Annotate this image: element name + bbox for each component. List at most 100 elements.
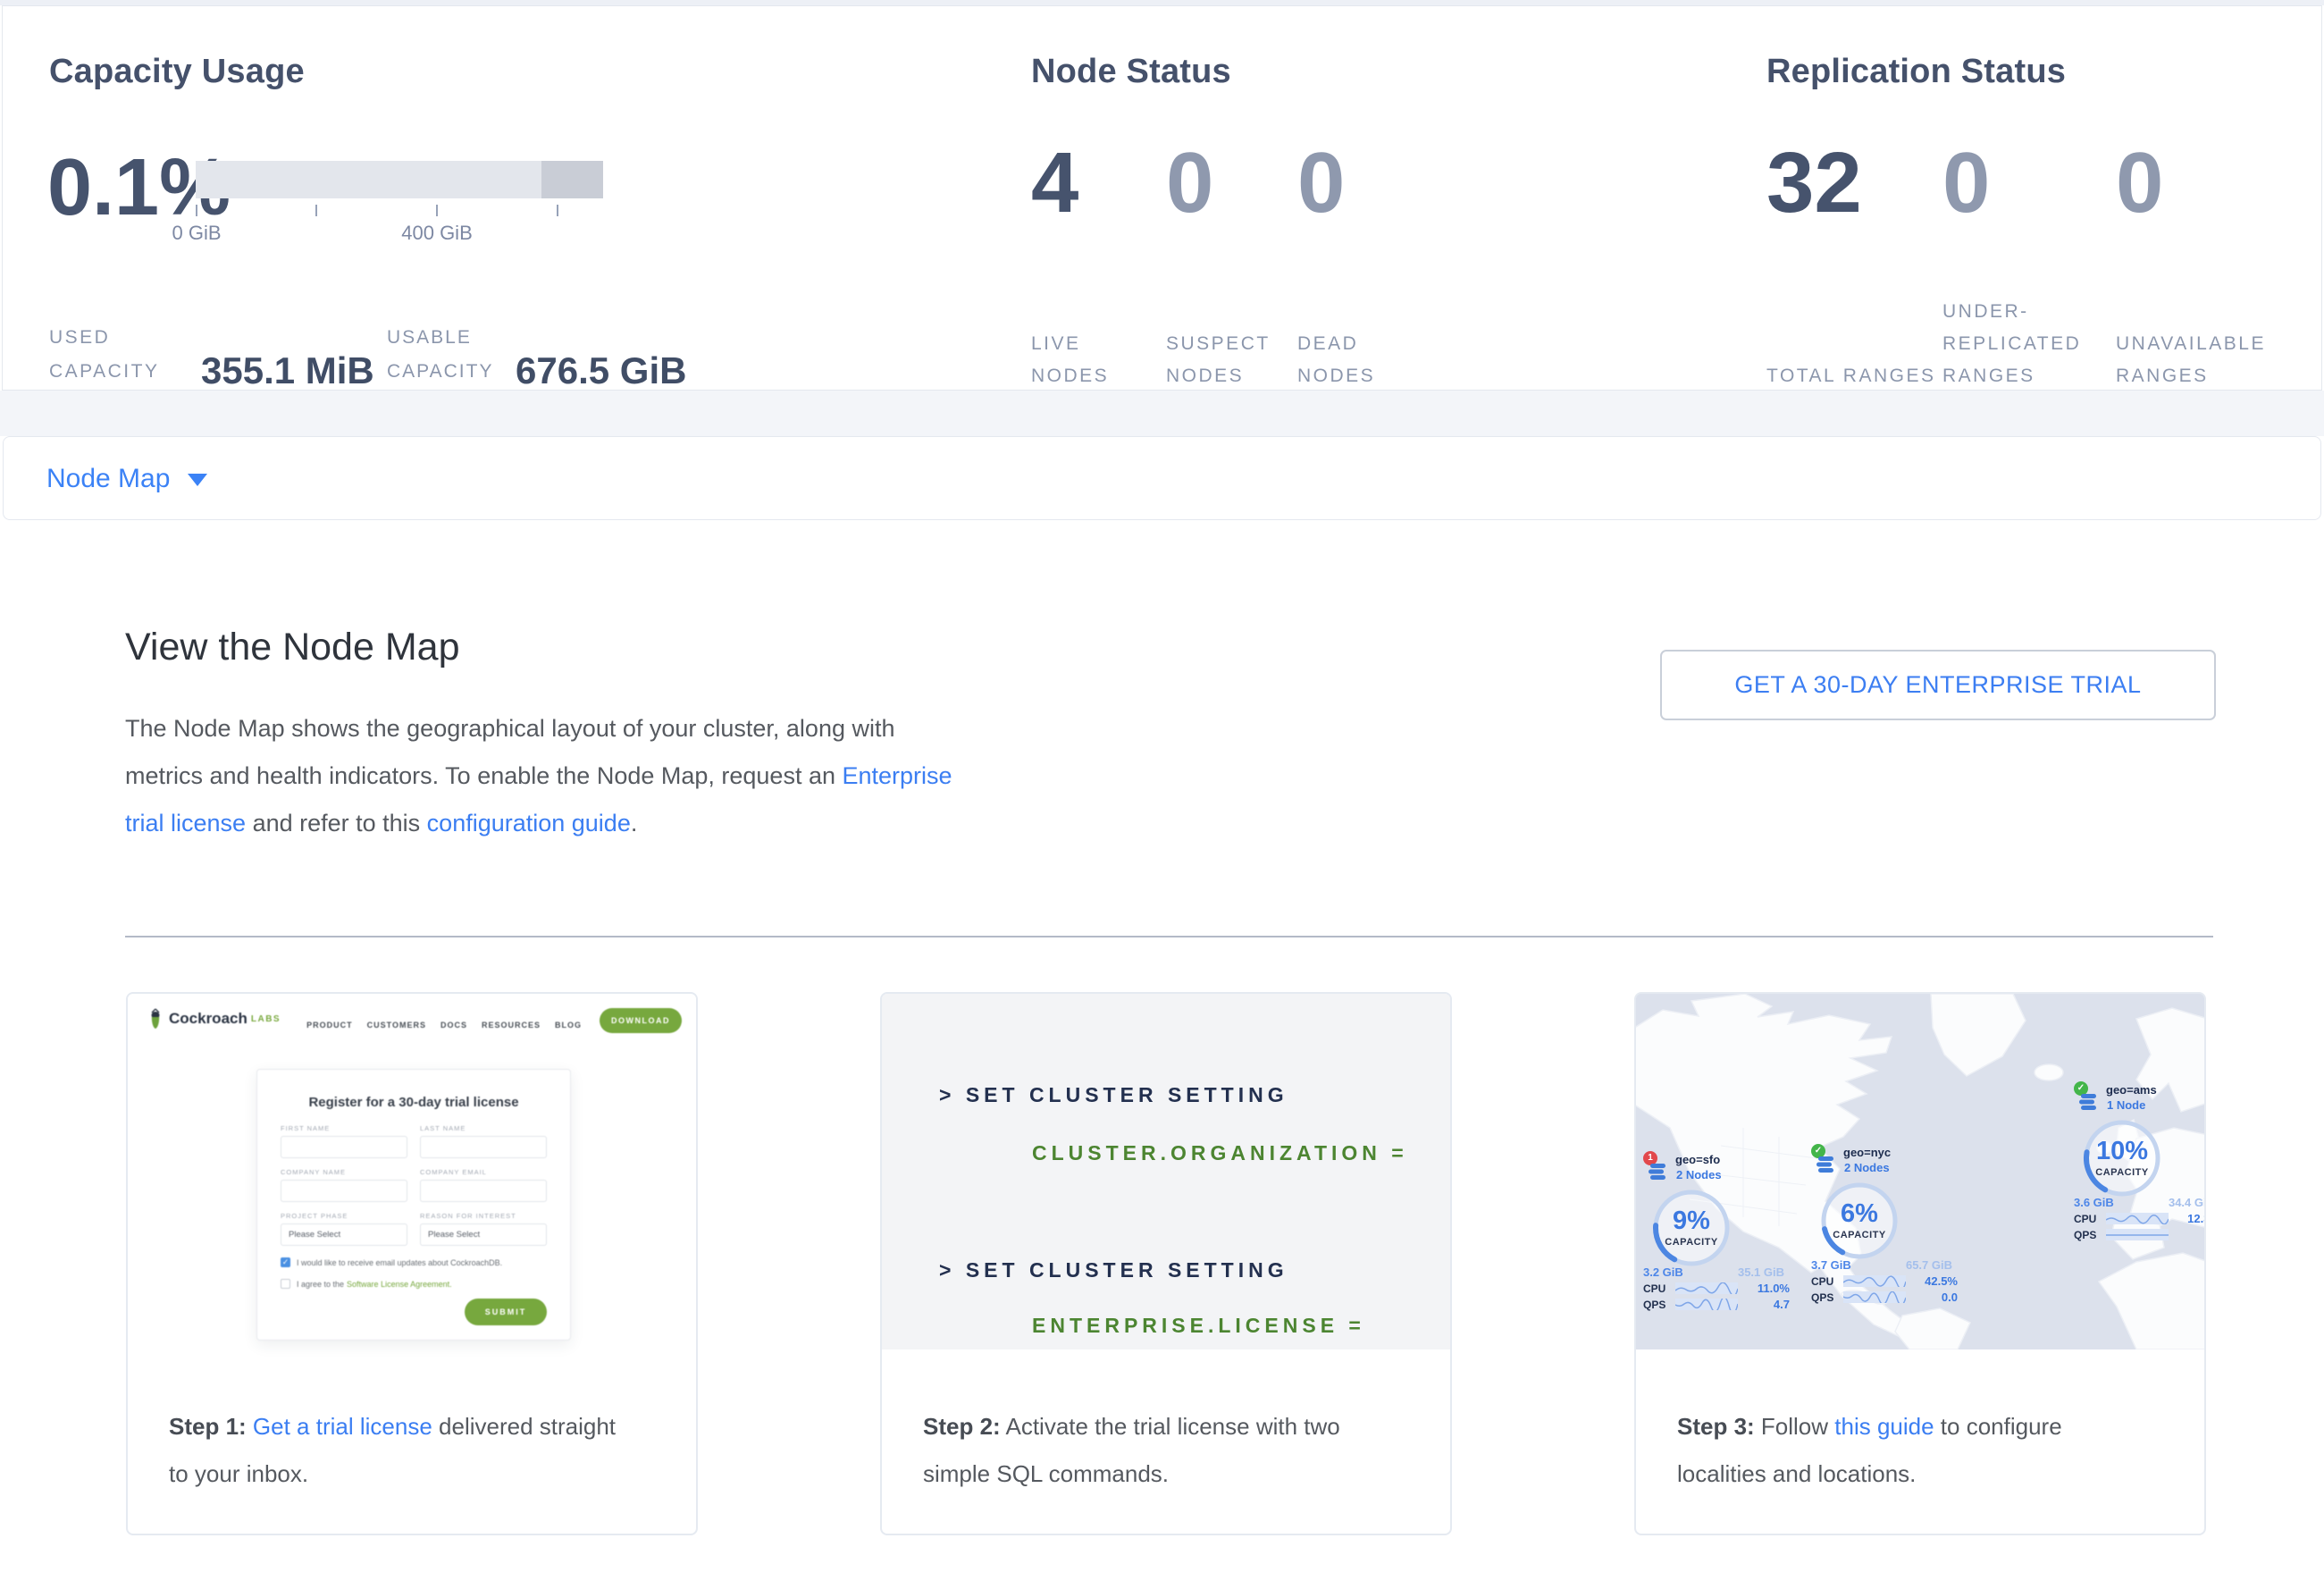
intro-text: The Node Map shows the geographical layo…: [125, 715, 895, 742]
capacity-axis-tick: [436, 205, 438, 216]
step1-label: Step 1:: [169, 1413, 247, 1440]
capacity-axis-tick: [315, 205, 317, 216]
page-title: View the Node Map: [125, 626, 460, 669]
capacity-gauge: 9% CAPACITY: [1649, 1185, 1734, 1271]
qps-label: QPS: [2074, 1229, 2106, 1241]
enterprise-trial-license-link[interactable]: Enterprise: [843, 762, 952, 789]
license-agreement-checkbox-row: I agree to the Software License Agreemen…: [281, 1279, 570, 1289]
first-name-input: [281, 1136, 407, 1158]
cpu-value: 42.5%: [1906, 1274, 1958, 1288]
unavailable-ranges-label: UNAVAILABLE RANGES: [2116, 328, 2303, 392]
step3-card: 1 geo=sfo 2 Nodes 9% CAPACITY 3.2 GiB 35: [1634, 992, 2206, 1535]
get-trial-license-link[interactable]: Get a trial license: [253, 1413, 432, 1440]
capacity-usage-bar: [196, 161, 603, 198]
capacity-total: 34.4 GiB: [2169, 1196, 2206, 1209]
step1-caption: Step 1: Get a trial license delivered st…: [169, 1403, 669, 1498]
configuration-guide-link[interactable]: configuration guide: [427, 810, 631, 837]
capacity-percent: 9%: [1649, 1206, 1734, 1236]
company-name-input: [281, 1180, 407, 1202]
logo-labs: LABS: [251, 1014, 281, 1024]
cluster-summary-bar: Capacity Usage 0.1% 0 GiB 400 GiB USED C…: [2, 5, 2322, 391]
database-stack-icon: [1816, 1154, 1837, 1175]
software-license-link: Software License Agreement.: [347, 1280, 452, 1289]
under-replicated-ranges-label: UNDER-REPLICATED RANGES: [1942, 296, 2116, 392]
nav-item-blog: BLOG: [555, 1021, 582, 1030]
step2-text: Activate the trial license with two: [1001, 1413, 1340, 1440]
project-phase-select: Please Select: [281, 1223, 407, 1246]
company-email-input: [420, 1180, 547, 1202]
qps-label: QPS: [1811, 1291, 1843, 1304]
nav-item-docs: DOCS: [440, 1021, 467, 1030]
locality-node-count: 2 Nodes: [1844, 1161, 1890, 1174]
view-selector-dropdown[interactable]: Node Map: [3, 436, 2321, 520]
sql-command-line: > SET CLUSTER SETTING: [939, 1258, 1288, 1282]
capacity-axis-tick: [196, 205, 197, 216]
live-nodes-label: LIVE NODES: [1031, 328, 1166, 392]
capacity-used: 3.7 GiB: [1811, 1258, 1851, 1272]
this-guide-link[interactable]: this guide: [1834, 1413, 1934, 1440]
company-name-label: COMPANY NAME: [281, 1168, 407, 1176]
cpu-label: CPU: [2074, 1213, 2106, 1225]
sql-setting-line: ENTERPRISE.LICENSE =: [1032, 1314, 1365, 1338]
checkbox-empty-icon: [281, 1279, 290, 1289]
last-name-label: LAST NAME: [420, 1124, 547, 1132]
qps-value: 4.7: [1738, 1298, 1790, 1311]
cpu-sparkline: [2106, 1213, 2169, 1224]
submit-button: SUBMIT: [465, 1299, 547, 1325]
locality-node-count: 1 Node: [2107, 1098, 2145, 1112]
sql-setting-line: CLUSTER.ORGANIZATION =: [1032, 1141, 1408, 1165]
chevron-down-icon: [188, 474, 207, 486]
step2-text: simple SQL commands.: [923, 1460, 1169, 1487]
cpu-label: CPU: [1643, 1282, 1675, 1295]
sql-code-block: > SET CLUSTER SETTING CLUSTER.ORGANIZATI…: [882, 994, 1450, 1349]
step3-label: Step 3:: [1677, 1413, 1755, 1440]
step3-text: localities and locations.: [1677, 1460, 1916, 1487]
total-ranges-label: TOTAL RANGES: [1766, 360, 1942, 392]
locality-name: geo=ams: [2106, 1083, 2157, 1097]
node-map-preview: 1 geo=sfo 2 Nodes 9% CAPACITY 3.2 GiB 35: [1636, 994, 2206, 1349]
capacity-used: 3.6 GiB: [2074, 1196, 2114, 1209]
capacity-usage-title: Capacity Usage: [49, 53, 305, 91]
view-selector-label[interactable]: Node Map: [46, 464, 170, 494]
step2-caption: Step 2: Activate the trial license with …: [923, 1403, 1423, 1498]
nav-item-customers: CUSTOMERS: [367, 1021, 426, 1030]
step3-text: Follow: [1755, 1413, 1835, 1440]
enterprise-trial-button[interactable]: GET A 30-DAY ENTERPRISE TRIAL: [1660, 650, 2216, 720]
first-name-label: FIRST NAME: [281, 1124, 407, 1132]
database-stack-icon: [1648, 1161, 1669, 1182]
nav-item-resources: RESOURCES: [482, 1021, 541, 1030]
project-phase-label: PROJECT PHASE: [281, 1212, 407, 1220]
usable-capacity-label: USABLE CAPACITY: [387, 321, 521, 389]
total-ranges-count: 32: [1766, 140, 1942, 226]
suspect-nodes-label: SUSPECT NODES: [1166, 328, 1297, 392]
qps-sparkline: [1843, 1291, 1906, 1303]
capacity-axis-tick: [557, 205, 558, 216]
mini-site-nav: PRODUCT CUSTOMERS DOCS RESOURCES BLOG: [306, 1021, 582, 1030]
qps-sparkline: [2106, 1229, 2169, 1240]
capacity-axis-label-400: 400 GiB: [365, 222, 508, 245]
email-updates-checkbox-row: ✓ I would like to receive email updates …: [281, 1257, 570, 1267]
capacity-used: 3.2 GiB: [1643, 1265, 1683, 1279]
reason-select: Please Select: [420, 1223, 547, 1246]
download-button: DOWNLOAD: [600, 1008, 682, 1033]
step1-text: to your inbox.: [169, 1460, 308, 1487]
step3-caption: Step 3: Follow this guide to configurelo…: [1677, 1403, 2177, 1498]
capacity-total: 35.1 GiB: [1738, 1265, 1784, 1279]
enterprise-trial-license-link[interactable]: trial license: [125, 810, 246, 837]
company-email-label: COMPANY EMAIL: [420, 1168, 547, 1176]
qps-sparkline: [1675, 1299, 1738, 1310]
step1-website-screenshot: Cockroach LABS PRODUCT CUSTOMERS DOCS RE…: [128, 994, 696, 1349]
agree-text: I agree to the: [297, 1280, 344, 1289]
live-nodes-count: 4: [1031, 140, 1166, 226]
database-stack-icon: [2078, 1091, 2100, 1113]
replication-status-title: Replication Status: [1766, 53, 2066, 91]
capacity-label: CAPACITY: [1816, 1230, 1902, 1240]
trial-register-form: Register for a 30-day trial license FIRS…: [256, 1069, 571, 1341]
qps-label: QPS: [1643, 1299, 1675, 1311]
step1-text: delivered straight: [432, 1413, 616, 1440]
cpu-sparkline: [1675, 1282, 1738, 1294]
reason-label: REASON FOR INTEREST: [420, 1212, 547, 1220]
qps-value: 0.0: [1906, 1291, 1958, 1304]
nav-item-product: PRODUCT: [306, 1021, 353, 1030]
cpu-value: 12.3%: [2169, 1212, 2206, 1225]
